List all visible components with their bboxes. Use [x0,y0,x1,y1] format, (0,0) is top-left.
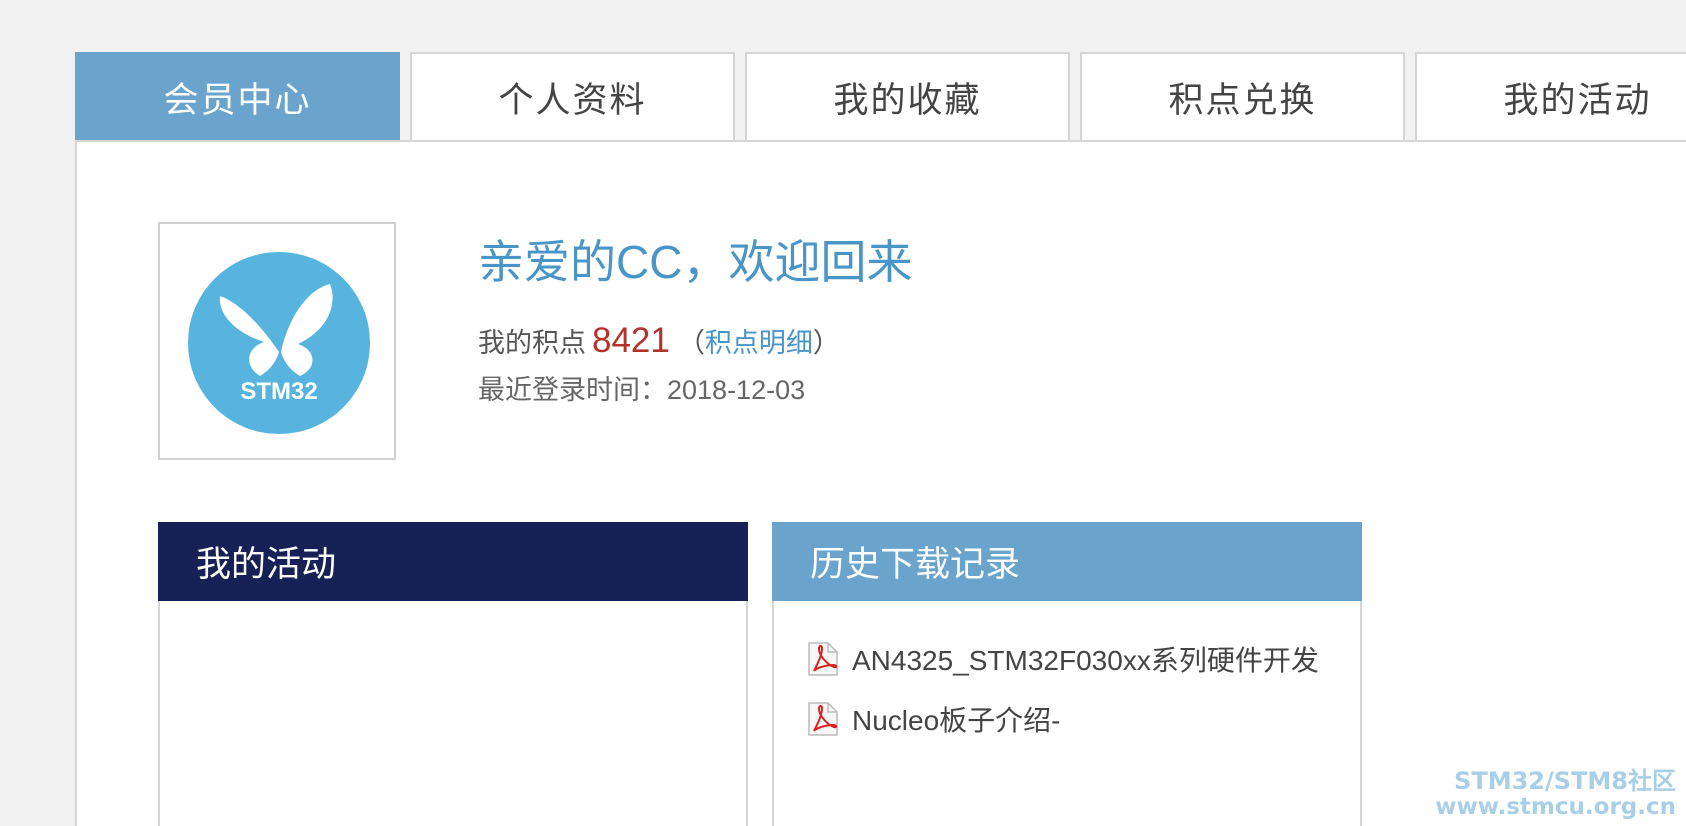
download-item[interactable]: Nucleo板子介绍- [774,689,1360,749]
stm32-logo-icon: STM32 [188,252,370,434]
avatar[interactable]: STM32 [158,222,396,460]
tab-my-activities[interactable]: 我的活动 [1415,52,1686,140]
download-list: AN4325_STM32F030xx系列硬件开发 Nucleo板子介绍- [774,629,1360,749]
download-item-name: Nucleo板子介绍- [852,705,1061,736]
my-activities-card: 我的活动 [158,522,748,826]
tab-profile[interactable]: 个人资料 [410,52,735,140]
download-history-card-title: 历史下载记录 [772,522,1362,601]
download-history-card: 历史下载记录 AN4325_STM32F030xx系列硬件开发 Nucleo板子… [772,522,1362,826]
tab-favorites[interactable]: 我的收藏 [745,52,1070,140]
site-watermark: STM32/STM8社区 www.stmcu.org.cn [1435,768,1676,820]
points-value: 8421 [592,321,670,360]
points-detail-close: ） [812,328,840,358]
pdf-icon [808,702,838,736]
last-login-time: 最近登录时间：2018-12-03 [478,375,806,405]
welcome-heading: 亲爱的CC，欢迎回来 [478,236,913,288]
member-center-page: 会员中心 个人资料 我的收藏 积点兑换 我的活动 STM32 亲爱的CC，欢迎回… [0,0,1686,826]
points-detail-open: （ [677,328,705,358]
pdf-icon [808,642,838,676]
points-label: 我的积点 [478,328,586,358]
points-line: 我的积点 8421 （积点明细） [478,318,840,366]
download-item[interactable]: AN4325_STM32F030xx系列硬件开发 [774,629,1360,689]
svg-text:STM32: STM32 [240,378,317,405]
watermark-title: STM32/STM8社区 [1454,767,1676,795]
my-activities-card-title: 我的活动 [158,522,748,601]
download-item-name: AN4325_STM32F030xx系列硬件开发 [852,645,1319,676]
tab-points-exchange[interactable]: 积点兑换 [1080,52,1405,140]
points-detail-link[interactable]: 积点明细 [705,328,813,358]
tab-member-center[interactable]: 会员中心 [75,52,400,140]
watermark-url: www.stmcu.org.cn [1435,794,1676,820]
